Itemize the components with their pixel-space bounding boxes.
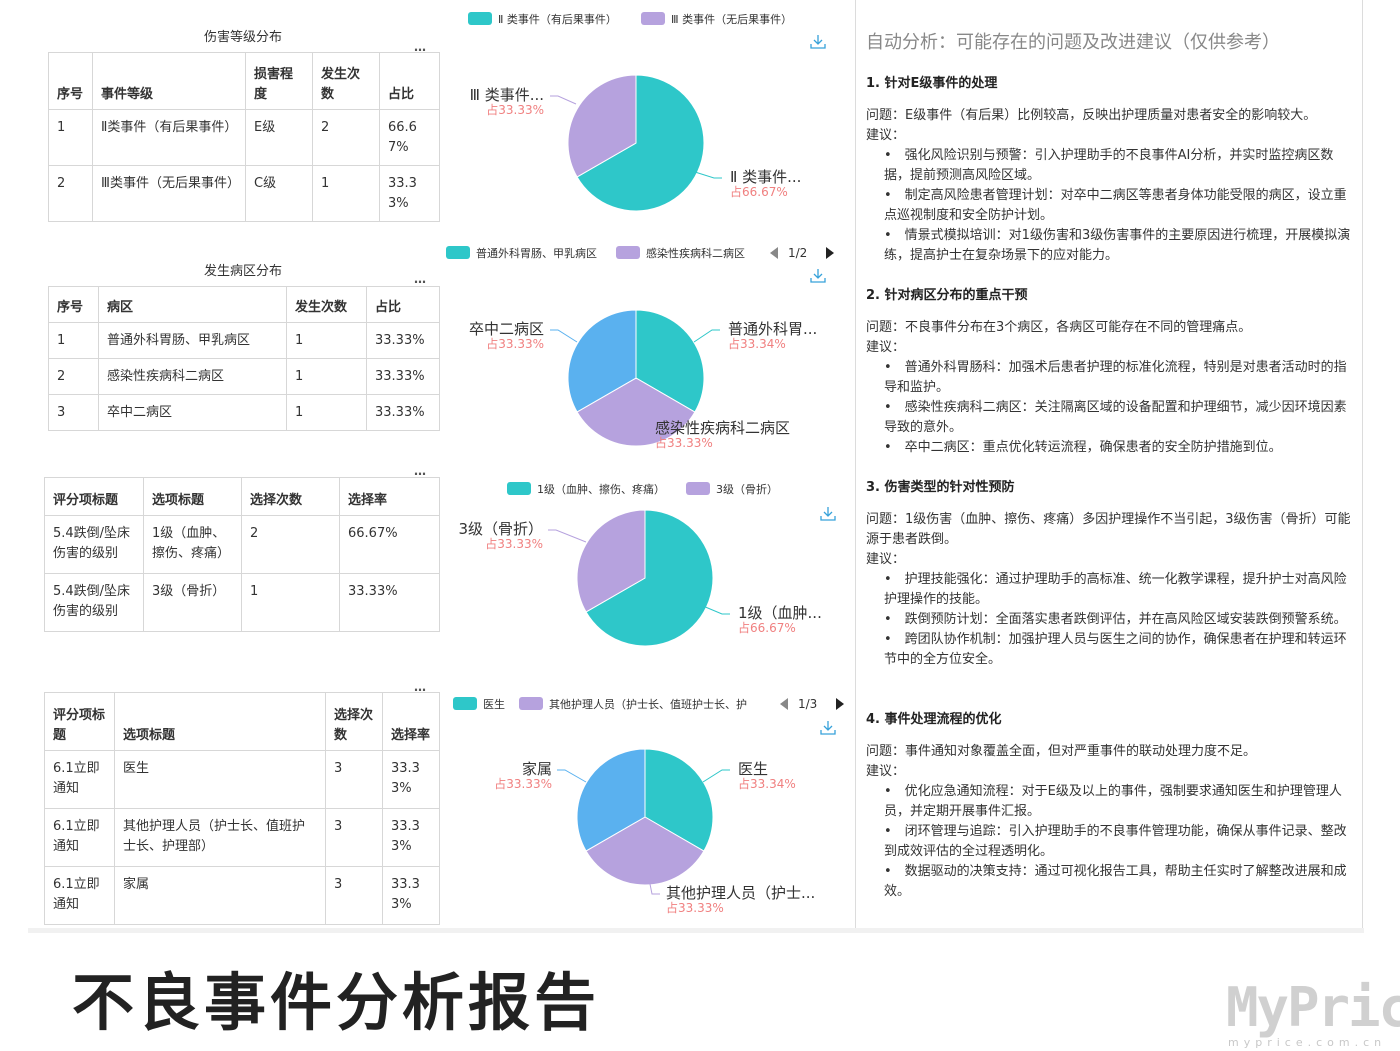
pager-next-icon[interactable]: [826, 247, 834, 259]
suggest-label: 建议：: [866, 552, 906, 567]
legend-label: 普通外科胃肠、甲乳病区: [476, 246, 597, 260]
problem-text: 问题：事件通知对象覆盖全面，但对严重事件的联动处理力度不足。: [866, 744, 1257, 759]
suggest-item: • 护理技能强化：通过护理助手的高标准、统一化教学课程，提升护士对高风险护理操作…: [884, 572, 1347, 607]
legend-swatch[interactable]: [453, 697, 477, 710]
label-line: [548, 529, 587, 543]
slice-label: 普通外科胃...: [728, 320, 817, 338]
legend-swatch[interactable]: [641, 12, 665, 25]
suggest-item: • 跨团队协作机制：加强护理人员与医生之间的协作，确保患者在护理和转运环节中的全…: [884, 632, 1347, 667]
slice-label: Ⅲ 类事件...: [470, 86, 544, 104]
problem-text: 问题：E级事件（有后果）比例较高，反映出护理质量对患者安全的影响较大。: [866, 108, 1317, 123]
suggest-item: • 卒中二病区：重点优化转运流程，确保患者的安全防护措施到位。: [884, 440, 1282, 455]
download-icon[interactable]: [810, 269, 826, 283]
suggest-label: 建议：: [866, 340, 906, 355]
problem-text: 问题：不良事件分布在3个病区，各病区可能存在不同的管理痛点。: [866, 320, 1252, 335]
suggest-item: • 情景式模拟培训：对1级伤害和3级伤害事件的主要原因进行梳理，开展模拟演练，提…: [884, 228, 1351, 263]
watermark-logo: MyPrice: [1226, 976, 1400, 1039]
slice-label: 其他护理人员（护士...: [666, 884, 815, 902]
slice-label: 3级（骨折）: [458, 520, 543, 538]
analysis-section-body: 问题：E级事件（有后果）比例较高，反映出护理质量对患者安全的影响较大。 建议： …: [866, 106, 1358, 266]
legend-label: 1级（血肿、擦伤、疼痛）: [537, 482, 665, 496]
slice-label: 医生: [738, 760, 768, 778]
suggest-item: • 普通外科胃肠科：加强术后患者护理的标准化流程，特别是对患者活动时的指导和监护…: [884, 360, 1347, 395]
slice-percent: 占33.33%: [486, 336, 544, 351]
slice-percent: 占33.34%: [728, 336, 786, 351]
slice-percent: 占33.33%: [494, 776, 552, 791]
analysis-section-heading: 2. 针对病区分布的重点干预: [866, 288, 1028, 303]
watermark-url: myprice.com.cn: [1228, 1036, 1387, 1049]
legend-swatch[interactable]: [519, 697, 543, 710]
slice-label: 1级（血肿...: [738, 604, 822, 622]
legend-label: 感染性疾病科二病区: [646, 246, 745, 260]
suggest-label: 建议：: [866, 764, 906, 779]
analysis-section-heading: 1. 针对E级事件的处理: [866, 76, 998, 91]
slice-percent: 占33.34%: [738, 776, 796, 791]
pager-next-icon[interactable]: [836, 698, 844, 710]
label-line: [550, 329, 578, 343]
download-icon[interactable]: [810, 35, 826, 49]
suggest-item: • 制定高风险患者管理计划：对卒中二病区等患者身体功能受限的病区，设立重点巡视制…: [884, 188, 1347, 223]
legend-swatch[interactable]: [686, 482, 710, 495]
suggest-item: • 感染性疾病科二病区：关注隔离区域的设备配置和护理细节，减少因环境因素导致的意…: [884, 400, 1347, 435]
analysis-section-body: 问题：不良事件分布在3个病区，各病区可能存在不同的管理痛点。 建议： • 普通外…: [866, 318, 1358, 458]
slice-label: 感染性疾病科二病区: [655, 419, 790, 437]
legend-swatch[interactable]: [616, 246, 640, 259]
suggest-item: • 跌倒预防计划：全面落实患者跌倒评估，并在高风险区域安装跌倒预警系统。: [884, 612, 1347, 627]
label-line: [557, 769, 587, 783]
legend-label: 医生: [483, 697, 505, 711]
download-icon[interactable]: [820, 721, 836, 735]
legend-swatch[interactable]: [446, 246, 470, 259]
suggest-item: • 数据驱动的决策支持：通过可视化报告工具，帮助主任实时了解整改进展和成效。: [884, 864, 1347, 899]
analysis-title: 自动分析：可能存在的问题及改进建议（仅供参考）: [866, 32, 1280, 53]
suggest-item: • 优化应急通知流程：对于E级及以上的事件，强制要求通知医生和护理管理人员，并定…: [884, 784, 1342, 819]
problem-text: 问题：1级伤害（血肿、擦伤、疼痛）多因护理操作不当引起，3级伤害（骨折）可能源于…: [866, 512, 1351, 547]
label-line: [550, 95, 577, 105]
slice-percent: 占33.33%: [486, 102, 544, 117]
divider: [28, 928, 1364, 933]
slice-label: 家属: [522, 760, 552, 778]
analysis-section-body: 问题：1级伤害（血肿、擦伤、疼痛）多因护理操作不当引起，3级伤害（骨折）可能源于…: [866, 510, 1358, 670]
pager-text: 1/3: [798, 697, 817, 711]
pager-text: 1/2: [788, 246, 807, 260]
analysis-section-body: 问题：事件通知对象覆盖全面，但对严重事件的联动处理力度不足。 建议： • 优化应…: [866, 742, 1358, 902]
slice-percent: 占66.67%: [730, 184, 788, 199]
suggest-label: 建议：: [866, 128, 906, 143]
slice-label: Ⅱ 类事件...: [730, 168, 801, 186]
slice-percent: 占66.67%: [738, 620, 796, 635]
pager-prev-icon[interactable]: [780, 698, 788, 710]
label-line: [693, 329, 720, 343]
legend-label: 其他护理人员（护士长、值班护士长、护: [549, 697, 747, 711]
pie-charts: Ⅱ 类事件（有后果事件） Ⅲ 类事件（无后果事件）Ⅱ 类事件...占66.67%Ⅲ…: [446, 12, 844, 915]
suggest-item: • 闭环管理与追踪：引入护理助手的不良事件管理功能，确保从事件记录、整改到成效评…: [884, 824, 1347, 859]
label-line: [702, 769, 730, 783]
label-line: [649, 883, 660, 895]
legend-label: 3级（骨折）: [716, 482, 778, 496]
analysis-section-heading: 3. 伤害类型的针对性预防: [866, 480, 1015, 495]
slice-percent: 占33.33%: [666, 900, 724, 915]
slice-percent: 占33.33%: [655, 435, 713, 450]
suggest-item: • 强化风险识别与预警：引入护理助手的不良事件AI分析，并实时监控病区数据，提前…: [884, 148, 1334, 183]
slice-percent: 占33.33%: [485, 536, 543, 551]
label-line: [702, 605, 730, 615]
label-line: [694, 171, 722, 179]
analysis-section-heading: 4. 事件处理流程的优化: [866, 712, 1002, 727]
download-icon[interactable]: [820, 507, 836, 521]
pager-prev-icon[interactable]: [770, 247, 778, 259]
legend-swatch[interactable]: [468, 12, 492, 25]
legend-label: Ⅱ 类事件（有后果事件）: [498, 12, 617, 26]
legend-swatch[interactable]: [507, 482, 531, 495]
slice-label: 卒中二病区: [469, 320, 544, 338]
legend-label: Ⅲ 类事件（无后果事件）: [671, 12, 792, 26]
page-title: 不良事件分析报告: [72, 966, 601, 1039]
